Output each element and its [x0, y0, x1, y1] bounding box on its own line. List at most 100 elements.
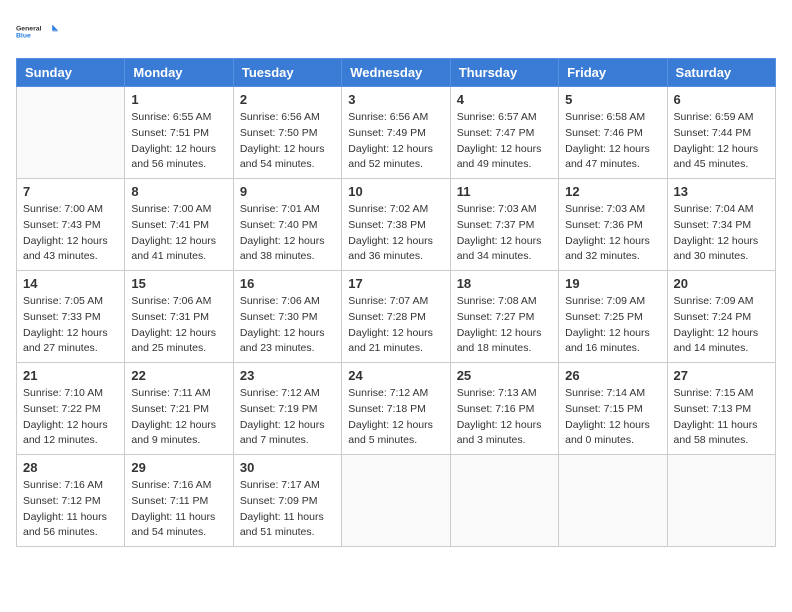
day-number: 10 [348, 184, 443, 199]
day-number: 3 [348, 92, 443, 107]
day-info: Sunrise: 7:16 AMSunset: 7:12 PMDaylight:… [23, 478, 118, 541]
day-info: Sunrise: 6:55 AMSunset: 7:51 PMDaylight:… [131, 110, 226, 173]
day-number: 29 [131, 460, 226, 475]
header-cell-friday: Friday [559, 59, 667, 87]
day-number: 6 [674, 92, 769, 107]
week-row-5: 28 Sunrise: 7:16 AMSunset: 7:12 PMDayligh… [17, 455, 776, 547]
day-cell: 2Sunrise: 6:56 AMSunset: 7:50 PMDaylight… [233, 87, 341, 179]
day-number: 11 [457, 184, 552, 199]
day-cell [559, 455, 667, 547]
day-cell: 30 Sunrise: 7:17 AMSunset: 7:09 PMDayligh… [233, 455, 341, 547]
day-number: 5 [565, 92, 660, 107]
day-info: Sunrise: 6:56 AMSunset: 7:50 PMDaylight:… [240, 110, 335, 173]
day-cell [342, 455, 450, 547]
day-number: 12 [565, 184, 660, 199]
day-info: Sunrise: 7:14 AMSunset: 7:15 PMDaylight:… [565, 386, 660, 449]
week-row-1: 1 Sunrise: 6:55 AMSunset: 7:51 PMDaylight… [17, 87, 776, 179]
day-info: Sunrise: 7:04 AMSunset: 7:34 PMDaylight:… [674, 202, 769, 265]
day-info: Sunrise: 7:03 AMSunset: 7:37 PMDaylight:… [457, 202, 552, 265]
day-number: 28 [23, 460, 118, 475]
day-cell: 19 Sunrise: 7:09 AMSunset: 7:25 PMDayligh… [559, 271, 667, 363]
day-number: 9 [240, 184, 335, 199]
day-cell: 13 Sunrise: 7:04 AMSunset: 7:34 PMDayligh… [667, 179, 775, 271]
day-info: Sunrise: 6:59 AMSunset: 7:44 PMDaylight:… [674, 110, 769, 173]
day-cell: 6 Sunrise: 6:59 AMSunset: 7:44 PMDaylight… [667, 87, 775, 179]
day-info: Sunrise: 7:08 AMSunset: 7:27 PMDaylight:… [457, 294, 552, 357]
day-cell: 5 Sunrise: 6:58 AMSunset: 7:46 PMDaylight… [559, 87, 667, 179]
calendar-table: SundayMondayTuesdayWednesdayThursdayFrid… [16, 58, 776, 547]
day-number: 4 [457, 92, 552, 107]
day-cell: 27 Sunrise: 7:15 AMSunset: 7:13 PMDayligh… [667, 363, 775, 455]
day-number: 18 [457, 276, 552, 291]
header-cell-thursday: Thursday [450, 59, 558, 87]
day-info: Sunrise: 7:15 AMSunset: 7:13 PMDaylight:… [674, 386, 769, 449]
day-info: Sunrise: 7:06 AMSunset: 7:31 PMDaylight:… [131, 294, 226, 357]
day-info: Sunrise: 6:58 AMSunset: 7:46 PMDaylight:… [565, 110, 660, 173]
day-info: Sunrise: 6:57 AMSunset: 7:47 PMDaylight:… [457, 110, 552, 173]
day-number: 24 [348, 368, 443, 383]
logo-svg: General Blue [16, 16, 60, 46]
day-number: 13 [674, 184, 769, 199]
day-number: 22 [131, 368, 226, 383]
day-cell [667, 455, 775, 547]
day-number: 25 [457, 368, 552, 383]
svg-text:General: General [16, 26, 42, 33]
day-info: Sunrise: 7:12 AMSunset: 7:18 PMDaylight:… [348, 386, 443, 449]
day-cell: 7 Sunrise: 7:00 AMSunset: 7:43 PMDaylight… [17, 179, 125, 271]
day-info: Sunrise: 7:09 AMSunset: 7:24 PMDaylight:… [674, 294, 769, 357]
day-number: 8 [131, 184, 226, 199]
day-info: Sunrise: 7:10 AMSunset: 7:22 PMDaylight:… [23, 386, 118, 449]
day-cell: 8Sunrise: 7:00 AMSunset: 7:41 PMDaylight… [125, 179, 233, 271]
day-cell: 9 Sunrise: 7:01 AMSunset: 7:40 PMDaylight… [233, 179, 341, 271]
day-cell: 3 Sunrise: 6:56 AMSunset: 7:49 PMDaylight… [342, 87, 450, 179]
header-cell-sunday: Sunday [17, 59, 125, 87]
day-cell [450, 455, 558, 547]
week-row-2: 7 Sunrise: 7:00 AMSunset: 7:43 PMDaylight… [17, 179, 776, 271]
day-info: Sunrise: 7:11 AMSunset: 7:21 PMDaylight:… [131, 386, 226, 449]
day-info: Sunrise: 7:06 AMSunset: 7:30 PMDaylight:… [240, 294, 335, 357]
day-cell: 4 Sunrise: 6:57 AMSunset: 7:47 PMDaylight… [450, 87, 558, 179]
day-cell: 12 Sunrise: 7:03 AMSunset: 7:36 PMDayligh… [559, 179, 667, 271]
header-cell-monday: Monday [125, 59, 233, 87]
day-cell: 21Sunrise: 7:10 AMSunset: 7:22 PMDayligh… [17, 363, 125, 455]
day-cell [17, 87, 125, 179]
day-cell: 16 Sunrise: 7:06 AMSunset: 7:30 PMDayligh… [233, 271, 341, 363]
logo: General Blue [16, 16, 60, 46]
header-cell-saturday: Saturday [667, 59, 775, 87]
day-number: 7 [23, 184, 118, 199]
day-number: 16 [240, 276, 335, 291]
header-row: SundayMondayTuesdayWednesdayThursdayFrid… [17, 59, 776, 87]
day-info: Sunrise: 7:03 AMSunset: 7:36 PMDaylight:… [565, 202, 660, 265]
day-cell: 28 Sunrise: 7:16 AMSunset: 7:12 PMDayligh… [17, 455, 125, 547]
day-number: 15 [131, 276, 226, 291]
header-cell-wednesday: Wednesday [342, 59, 450, 87]
day-number: 17 [348, 276, 443, 291]
day-info: Sunrise: 7:02 AMSunset: 7:38 PMDaylight:… [348, 202, 443, 265]
day-number: 1 [131, 92, 226, 107]
day-number: 23 [240, 368, 335, 383]
day-cell: 24 Sunrise: 7:12 AMSunset: 7:18 PMDayligh… [342, 363, 450, 455]
day-number: 20 [674, 276, 769, 291]
day-cell: 20 Sunrise: 7:09 AMSunset: 7:24 PMDayligh… [667, 271, 775, 363]
day-info: Sunrise: 6:56 AMSunset: 7:49 PMDaylight:… [348, 110, 443, 173]
day-cell: 1 Sunrise: 6:55 AMSunset: 7:51 PMDaylight… [125, 87, 233, 179]
day-info: Sunrise: 7:17 AMSunset: 7:09 PMDaylight:… [240, 478, 335, 541]
day-cell: 15 Sunrise: 7:06 AMSunset: 7:31 PMDayligh… [125, 271, 233, 363]
day-info: Sunrise: 7:00 AMSunset: 7:43 PMDaylight:… [23, 202, 118, 265]
day-cell: 14Sunrise: 7:05 AMSunset: 7:33 PMDayligh… [17, 271, 125, 363]
day-cell: 22 Sunrise: 7:11 AMSunset: 7:21 PMDayligh… [125, 363, 233, 455]
day-number: 14 [23, 276, 118, 291]
day-cell: 11 Sunrise: 7:03 AMSunset: 7:37 PMDayligh… [450, 179, 558, 271]
day-cell: 10 Sunrise: 7:02 AMSunset: 7:38 PMDayligh… [342, 179, 450, 271]
day-number: 27 [674, 368, 769, 383]
day-info: Sunrise: 7:09 AMSunset: 7:25 PMDaylight:… [565, 294, 660, 357]
day-info: Sunrise: 7:01 AMSunset: 7:40 PMDaylight:… [240, 202, 335, 265]
day-number: 30 [240, 460, 335, 475]
page-header: General Blue [16, 16, 776, 46]
calendar-header: SundayMondayTuesdayWednesdayThursdayFrid… [17, 59, 776, 87]
calendar-body: 1 Sunrise: 6:55 AMSunset: 7:51 PMDaylight… [17, 87, 776, 547]
day-info: Sunrise: 7:07 AMSunset: 7:28 PMDaylight:… [348, 294, 443, 357]
week-row-3: 14Sunrise: 7:05 AMSunset: 7:33 PMDayligh… [17, 271, 776, 363]
day-info: Sunrise: 7:16 AMSunset: 7:11 PMDaylight:… [131, 478, 226, 541]
day-number: 19 [565, 276, 660, 291]
